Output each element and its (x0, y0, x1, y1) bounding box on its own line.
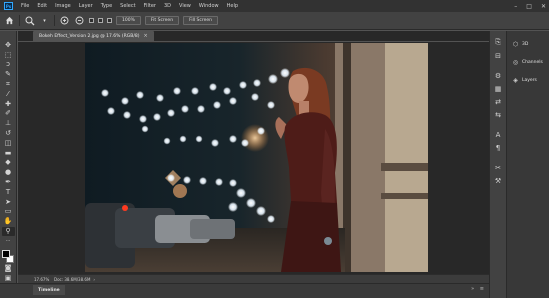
menu-file[interactable]: File (17, 0, 33, 12)
zoom-in-icon[interactable] (59, 15, 70, 26)
dodge-tool-icon[interactable]: ● (2, 168, 15, 177)
zoom-level-readout[interactable]: 17.67% (18, 277, 49, 282)
blur-tool-icon[interactable]: ◆ (2, 159, 15, 168)
pen-tool-icon[interactable]: ✒ (2, 178, 15, 187)
character-icon[interactable]: A (492, 129, 504, 140)
more-tools-icon[interactable]: ··· (2, 237, 15, 246)
panel-label: 3D (522, 41, 529, 47)
fill-screen-button[interactable]: Fill Screen (183, 16, 218, 25)
tab-strip-divider (18, 41, 489, 42)
document-tab-title: Bokeh Effect_Version 2.jpg @ 17.6% (RGB/… (39, 33, 140, 39)
quick-mask-icon[interactable]: ◙ (2, 264, 15, 273)
tool-options-chevron-icon[interactable]: ▾ (39, 15, 50, 26)
zoom-out-icon[interactable] (74, 15, 85, 26)
status-arrow-icon[interactable]: › (93, 277, 95, 282)
styles-icon[interactable]: ▦ (492, 83, 504, 94)
close-tab-icon[interactable]: × (143, 33, 147, 39)
separator (19, 15, 20, 26)
bokeh-photo (85, 43, 428, 272)
menu-type[interactable]: Type (97, 0, 116, 12)
menu-help[interactable]: Help (223, 0, 242, 12)
marquee-tool-icon[interactable]: ⬚ (2, 51, 15, 60)
gradient-tool-icon[interactable]: ▬ (2, 149, 15, 158)
collapsed-panels: ⬡ 3D ◎ Channels ◈ Layers (506, 31, 549, 298)
home-icon[interactable] (4, 15, 15, 26)
tools-panel: ✥ ⬚ ↄ ✎ ⌗ ⁄ ✚ ✐ ⊥ ↺ ◫ ▬ ◆ ● ✒ T ➤ ▭ ✋ ⚲ … (0, 31, 17, 283)
menu-edit[interactable]: Edit (33, 0, 51, 12)
panel-label: Channels (522, 59, 543, 65)
document-workspace: Bokeh Effect_Version 2.jpg @ 17.6% (RGB/… (18, 31, 489, 283)
eyedropper-tool-icon[interactable]: ⁄ (2, 90, 15, 99)
timeline-panel: Timeline » ≡ (0, 283, 489, 298)
healing-brush-icon[interactable]: ✚ (2, 100, 15, 109)
close-button[interactable]: ✕ (541, 3, 546, 10)
minimize-button[interactable]: – (514, 3, 517, 10)
fit-screen-button[interactable]: Fit Screen (144, 16, 180, 25)
document-tab[interactable]: Bokeh Effect_Version 2.jpg @ 17.6% (RGB/… (33, 31, 154, 41)
hand-tool-icon[interactable]: ✋ (2, 217, 15, 226)
history-icon[interactable]: ⎘ (492, 37, 504, 48)
menu-select[interactable]: Select (116, 0, 139, 12)
menu-3d[interactable]: 3D (160, 0, 175, 12)
zoom-tool-icon[interactable]: ⚲ (1, 227, 15, 236)
panel-label: Layers (522, 77, 537, 83)
panel-channels[interactable]: ◎ Channels (507, 55, 549, 69)
crop-tool-icon[interactable]: ⌗ (2, 80, 15, 89)
menu-bar: Ps File Edit Image Layer Type Select Fil… (0, 0, 549, 12)
tool-presets-icon[interactable]: ⚒ (492, 175, 504, 186)
timeline-tab[interactable]: Timeline (33, 285, 65, 295)
photoshop-logo: Ps (4, 2, 13, 10)
screen-mode-icon[interactable]: ▣ (2, 274, 15, 283)
swatches-icon[interactable]: ⇆ (492, 109, 504, 120)
zoom-100-button[interactable]: 100% (116, 16, 141, 25)
status-bar: 17.67% Doc: 38.6M/38.6M › (18, 274, 489, 283)
properties-icon[interactable]: ⊟ (492, 50, 504, 61)
separator (54, 15, 55, 26)
maximize-button[interactable]: □ (526, 3, 532, 10)
type-tool-icon[interactable]: T (2, 188, 15, 197)
image-canvas[interactable] (85, 43, 428, 272)
scrubby-zoom-checkbox[interactable] (107, 18, 112, 23)
path-select-icon[interactable]: ➤ (2, 198, 15, 207)
menu-image[interactable]: Image (51, 0, 75, 12)
eraser-tool-icon[interactable]: ◫ (2, 139, 15, 148)
paragraph-icon[interactable]: ¶ (492, 142, 504, 153)
shape-tool-icon[interactable]: ▭ (2, 208, 15, 217)
menu-filter[interactable]: Filter (140, 0, 160, 12)
color-swatches[interactable] (1, 249, 15, 263)
libraries-icon[interactable]: ⇄ (492, 96, 504, 107)
panel-layers[interactable]: ◈ Layers (507, 73, 549, 87)
quick-select-tool-icon[interactable]: ✎ (2, 70, 15, 79)
resize-windows-checkbox[interactable] (89, 18, 94, 23)
history-brush-icon[interactable]: ↺ (2, 129, 15, 138)
menu-view[interactable]: View (175, 0, 195, 12)
panel-icon-strip: ⎘ ⊟ ⚙ ▦ ⇄ ⇆ A ¶ ✂ ⚒ (489, 31, 506, 298)
brushes-icon[interactable]: ✂ (492, 162, 504, 173)
options-bar: ▾ 100% Fit Screen Fill Screen (0, 12, 549, 30)
zoom-all-windows-checkbox[interactable] (98, 18, 103, 23)
panel-3d[interactable]: ⬡ 3D (507, 37, 549, 51)
adjustments-icon[interactable]: ⚙ (492, 70, 504, 81)
menu-window[interactable]: Window (195, 0, 223, 12)
lasso-tool-icon[interactable]: ↄ (2, 61, 15, 70)
clone-stamp-icon[interactable]: ⊥ (2, 119, 15, 128)
layers-icon: ◈ (513, 76, 518, 84)
zoom-icon[interactable] (24, 15, 35, 26)
foreground-color-swatch[interactable] (1, 249, 10, 258)
panel-menu-icon[interactable]: » ≡ (471, 286, 486, 292)
3d-cube-icon: ⬡ (512, 40, 519, 48)
menu-layer[interactable]: Layer (75, 0, 97, 12)
channels-icon: ◎ (512, 58, 519, 66)
document-size-readout: Doc: 38.6M/38.6M (54, 276, 91, 282)
brush-tool-icon[interactable]: ✐ (2, 110, 15, 119)
move-tool-icon[interactable]: ✥ (2, 41, 15, 50)
window-controls: – □ ✕ (514, 0, 546, 12)
